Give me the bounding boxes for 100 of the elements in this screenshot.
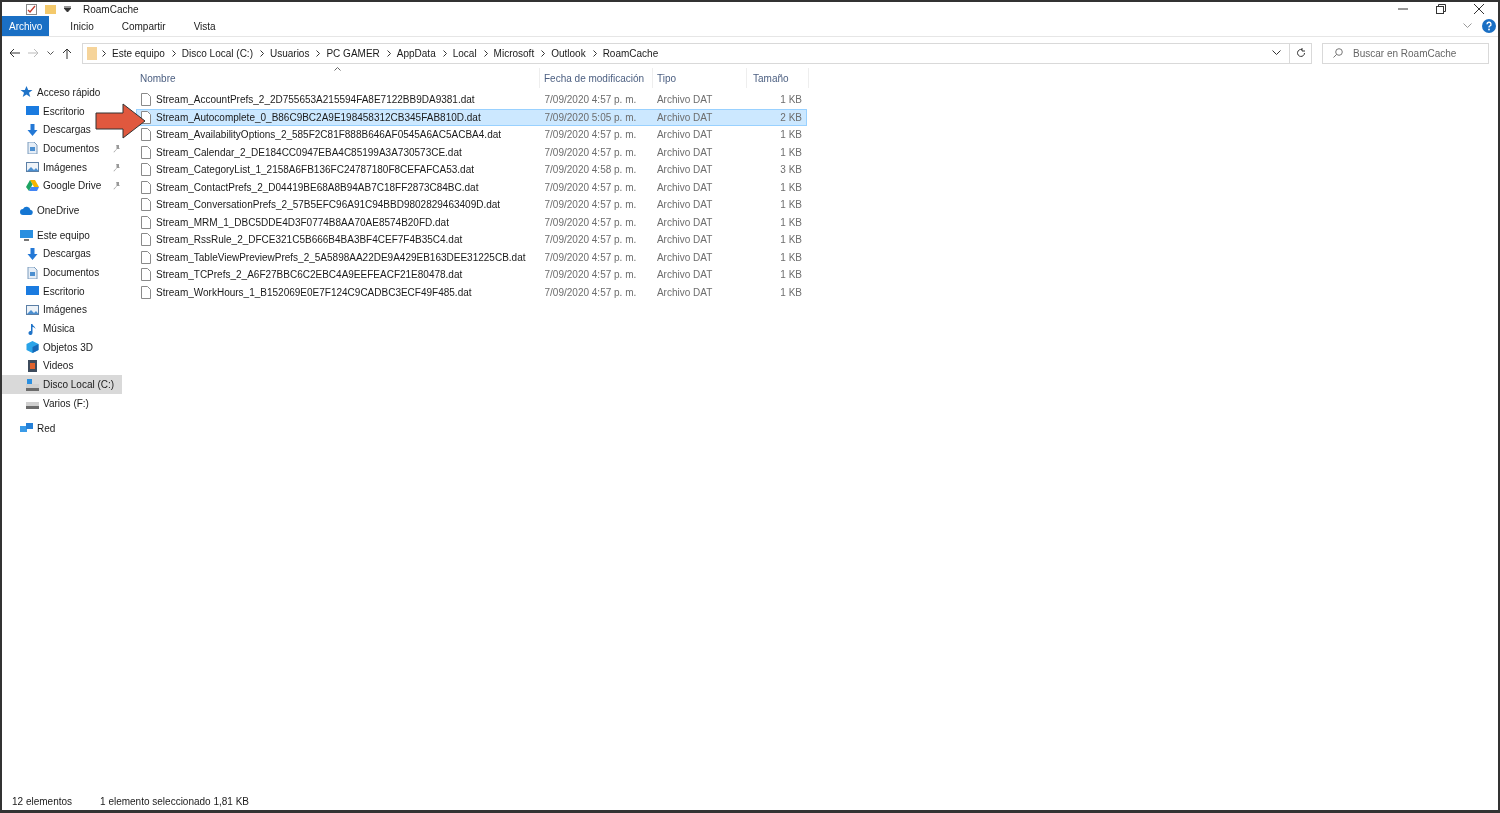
ribbon-tab[interactable]: Vista xyxy=(179,16,230,36)
file-row[interactable]: Stream_Autocomplete_0_B86C9BC2A9E198458312CB345FAB810D.dat 7/09/2020 5:05 p. m. Archivo DAT 2 KB xyxy=(136,108,807,126)
file-row[interactable]: Stream_Calendar_2_DE184CC0947EBA4C85199A3A730573CE.dat 7/09/2020 4:57 p. m. Archivo DAT 1 KB xyxy=(136,143,807,161)
chevron-down-icon[interactable] xyxy=(47,50,54,56)
file-row[interactable]: Stream_TableViewPreviewPrefs_2_5A5898AA22DE9A429EB163DEE31225CB.dat 7/09/2020 4:57 p. m. Archivo DAT 1 KB xyxy=(136,248,807,266)
sidebar-item[interactable]: Escritorio xyxy=(2,281,89,301)
chevron-right-icon[interactable] xyxy=(483,49,489,57)
size-cell-text: 1 KB xyxy=(779,216,803,228)
star-icon xyxy=(20,86,33,99)
breadcrumb[interactable]: Local xyxy=(452,47,477,59)
sidebar-item[interactable]: Este equipo xyxy=(2,225,122,245)
file-icon xyxy=(141,233,151,247)
breadcrumb[interactable]: Este equipo xyxy=(112,47,165,59)
file-icon xyxy=(141,285,151,299)
sidebar-item[interactable]: Documentos xyxy=(2,263,104,282)
type-cell-text: Archivo DAT xyxy=(655,111,714,123)
sidebar-item[interactable]: Acceso rápido xyxy=(2,83,122,102)
pin-icon[interactable] xyxy=(113,182,120,191)
sidebar-item[interactable]: Documentos xyxy=(2,139,122,158)
chevron-right-icon[interactable] xyxy=(316,49,322,57)
file-row[interactable]: Stream_MRM_1_DBC5DDE4D3F0774B8AA70AE8574B20FD.dat 7/09/2020 4:57 p. m. Archivo DAT 1 KB xyxy=(136,213,807,231)
chevron-right-icon[interactable] xyxy=(541,49,547,57)
type-cell-text: Archivo DAT xyxy=(655,181,714,193)
chevron-right-icon[interactable] xyxy=(171,49,177,57)
chevron-right-icon[interactable] xyxy=(592,49,598,57)
type-cell-text: Archivo DAT xyxy=(655,216,714,228)
type-cell-text: Archivo DAT xyxy=(655,146,714,158)
column-header[interactable]: Fecha de modificación xyxy=(540,68,653,88)
desktop-icon xyxy=(26,105,39,118)
close-icon[interactable] xyxy=(1474,4,1484,14)
size-cell-text: 3 KB xyxy=(779,164,803,176)
dropdown-icon[interactable] xyxy=(64,6,71,12)
up-arrow-icon[interactable] xyxy=(62,47,72,59)
file-name: Stream_Calendar_2_DE184CC0947EBA4C85199A3A730573CE.dat xyxy=(156,146,462,158)
chevron-right-icon[interactable] xyxy=(442,49,448,57)
sort-caret-icon[interactable] xyxy=(334,67,341,71)
file-icon xyxy=(141,145,151,159)
checkmark-icon[interactable] xyxy=(26,3,37,15)
breadcrumb[interactable]: Outlook xyxy=(551,47,586,59)
sidebar-item[interactable]: Imágenes xyxy=(2,157,122,177)
refresh-button[interactable] xyxy=(1290,42,1312,64)
search-field[interactable]: Buscar en RoamCache xyxy=(1322,42,1489,64)
ribbon-tab[interactable]: Compartir xyxy=(107,16,180,36)
column-header[interactable]: Nombre xyxy=(136,68,540,88)
search-icon xyxy=(1333,47,1343,58)
restore-icon[interactable] xyxy=(1436,4,1446,14)
date-cell-text: 7/09/2020 4:57 p. m. xyxy=(543,251,638,263)
download-arrow-icon xyxy=(26,247,39,260)
file-row[interactable]: Stream_TCPrefs_2_A6F27BBC6C2EBC4A9EEFEACF21E80478.dat 7/09/2020 4:57 p. m. Archivo DAT 1 KB xyxy=(136,266,807,284)
breadcrumb[interactable]: RoamCache xyxy=(602,47,659,59)
sidebar-item[interactable]: Música xyxy=(2,319,79,338)
file-row[interactable]: Stream_AvailabilityOptions_2_585F2C81F888B646AF0545A6AC5ACBA4.dat 7/09/2020 4:57 p. m. Archivo DAT 1 KB xyxy=(136,126,807,144)
ribbon-tab[interactable]: Archivo xyxy=(2,16,50,36)
breadcrumb[interactable]: PC GAMER xyxy=(326,47,380,59)
sidebar-item[interactable]: OneDrive xyxy=(2,201,122,220)
sidebar-item[interactable]: Varios (F:) xyxy=(2,394,93,413)
date-cell-text: 7/09/2020 4:57 p. m. xyxy=(543,94,638,106)
file-name: Stream_RssRule_2_DFCE321C5B666B4BA3BF4CEF7F4B35C4.dat xyxy=(156,234,463,246)
sidebar-item[interactable]: Videos xyxy=(2,356,78,376)
chevron-right-icon[interactable] xyxy=(102,49,107,57)
chevron-down-icon[interactable] xyxy=(1272,50,1281,56)
sidebar-item[interactable]: Descargas xyxy=(2,120,95,140)
network-icon xyxy=(20,422,33,435)
document-icon xyxy=(26,142,39,155)
help-icon[interactable] xyxy=(1482,19,1496,33)
chevron-right-icon[interactable] xyxy=(259,49,265,57)
file-row[interactable]: Stream_WorkHours_1_B152069E0E7F124C9CADBC3ECF49F485.dat 7/09/2020 4:57 p. m. Archivo DAT 1 KB xyxy=(136,283,807,301)
desktop-icon xyxy=(26,285,39,298)
ribbon-tab[interactable]: Inicio xyxy=(56,16,108,36)
file-name: Stream_CategoryList_1_2158A6FB136FC24787180F8CEFAFCA53.dat xyxy=(156,164,474,176)
date-cell-text: 7/09/2020 4:57 p. m. xyxy=(543,234,638,246)
breadcrumb[interactable]: Usuarios xyxy=(269,47,310,59)
chevron-right-icon[interactable] xyxy=(386,49,392,57)
sidebar-item[interactable]: Imágenes xyxy=(2,300,91,320)
file-row[interactable]: Stream_AccountPrefs_2_2D755653A215594FA8E7122BB9DA9381.dat 7/09/2020 4:57 p. m. Archivo DAT 1 KB xyxy=(136,91,807,109)
sidebar-item[interactable]: Objetos 3D xyxy=(2,337,98,357)
breadcrumb[interactable]: Disco Local (C:) xyxy=(181,47,253,59)
file-row[interactable]: Stream_ContactPrefs_2_D04419BE68A8B94AB7C18FF2873C84BC.dat 7/09/2020 4:57 p. m. Archivo DAT 1 KB xyxy=(136,178,807,196)
document-icon xyxy=(26,266,39,279)
pin-icon[interactable] xyxy=(113,163,120,172)
type-cell-text: Archivo DAT xyxy=(655,94,714,106)
file-row[interactable]: Stream_CategoryList_1_2158A6FB136FC24787180F8CEFAFCA53.dat 7/09/2020 4:58 p. m. Archivo DAT 3 KB xyxy=(136,161,807,179)
column-header[interactable]: Tamaño xyxy=(747,68,809,88)
date-cell-text: 7/09/2020 4:57 p. m. xyxy=(543,286,638,298)
pin-icon[interactable] xyxy=(113,145,120,154)
column-header[interactable]: Tipo xyxy=(653,68,747,88)
sidebar-item[interactable]: Descargas xyxy=(2,244,95,264)
sidebar-item[interactable]: Google Drive xyxy=(2,176,122,196)
breadcrumb[interactable]: AppData xyxy=(396,47,436,59)
back-arrow-icon[interactable] xyxy=(9,48,20,58)
file-row[interactable]: Stream_RssRule_2_DFCE321C5B666B4BA3BF4CEF7F4B35C4.dat 7/09/2020 4:57 p. m. Archivo DAT 1 KB xyxy=(136,231,807,249)
image-icon xyxy=(26,303,39,316)
file-row[interactable]: Stream_ConversationPrefs_2_57B5EFC96A91C94BBD9802829463409D.dat 7/09/2020 4:57 p. m. Archivo DAT 1 KB xyxy=(136,196,807,214)
sidebar-item[interactable]: Escritorio xyxy=(2,101,89,121)
sidebar-item[interactable]: Disco Local (C:) xyxy=(2,375,122,394)
breadcrumb[interactable]: Microsoft xyxy=(493,47,535,59)
file-name: Stream_ConversationPrefs_2_57B5EFC96A91C94BBD9802829463409D.dat xyxy=(156,199,501,211)
sidebar-item[interactable]: Red xyxy=(2,418,122,438)
file-name: Stream_TableViewPreviewPrefs_2_5A5898AA22DE9A429EB163DEE31225CB.dat xyxy=(156,251,526,263)
address-bar[interactable]: Este equipo Disco Local (C:) Usuarios PC GAMER AppData Local Microsoft Outlook RoamCache xyxy=(82,42,1290,64)
